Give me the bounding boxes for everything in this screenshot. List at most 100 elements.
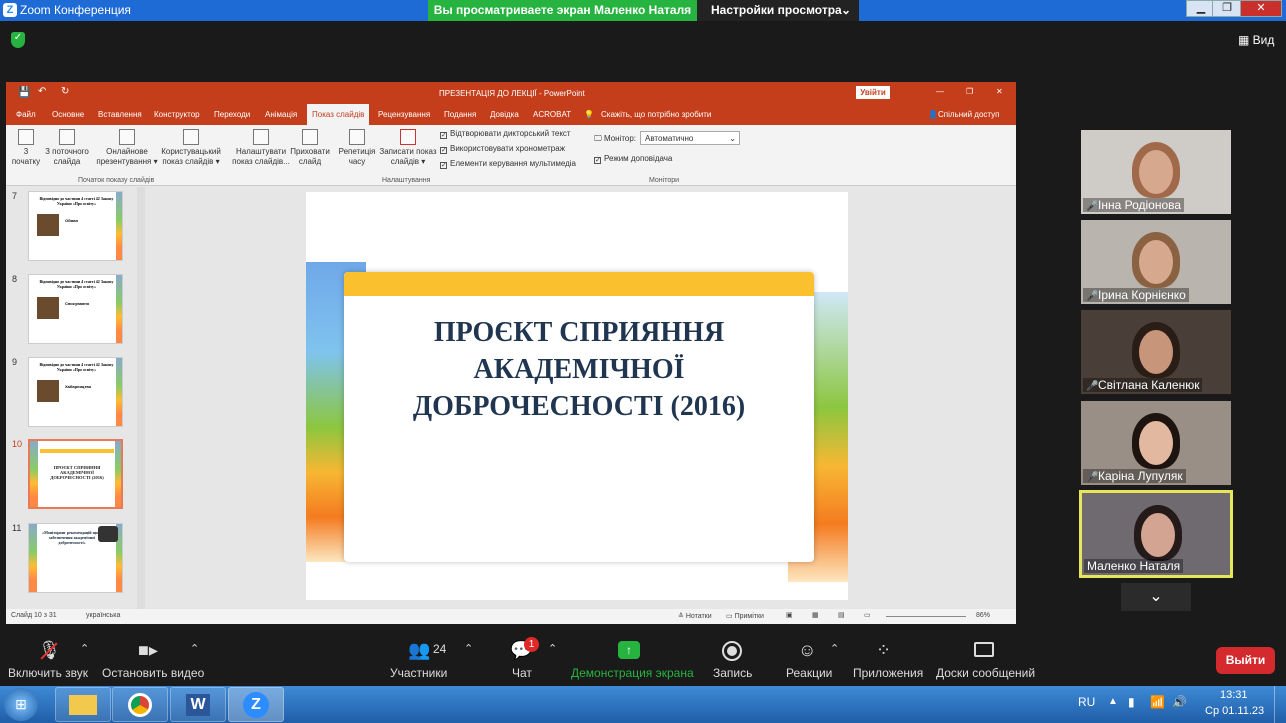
input-language[interactable]: RU (1078, 695, 1095, 709)
participant-tile[interactable]: 🎤Світлана Каленюк (1081, 310, 1231, 394)
participant-tile[interactable]: 🎤Каріна Лупуляк (1081, 401, 1231, 485)
network-icon[interactable]: ▮ (1128, 695, 1135, 709)
tab-file[interactable]: Файл (16, 110, 36, 119)
language-status[interactable]: українська (86, 612, 120, 619)
participant-tile[interactable]: 🎤Інна Родіонова (1081, 130, 1231, 214)
reading-view-icon[interactable]: ▤ (838, 611, 845, 619)
notes-button[interactable]: ≙ Нотатки (678, 612, 712, 620)
tab-slideshow[interactable]: Показ слайдів (307, 104, 370, 125)
presenter-view-checkbox[interactable]: ✓ Режим доповідача (594, 154, 672, 164)
chat-button[interactable]: Чат (512, 666, 532, 680)
clock-date[interactable]: Ср 01.11.23 (1205, 705, 1264, 717)
tab-design[interactable]: Конструктор (154, 110, 200, 119)
leave-button[interactable]: Выйти (1216, 647, 1275, 674)
zoom-slider[interactable] (886, 616, 966, 617)
tell-me-search[interactable]: Скажіть, що потрібно зробити (601, 110, 711, 119)
share-screen-button[interactable]: Демонстрация экрана (571, 666, 694, 680)
chrome-icon[interactable] (112, 687, 168, 722)
reactions-smile-icon[interactable]: ☺ (798, 640, 816, 661)
tab-transitions[interactable]: Переходи (214, 110, 250, 119)
normal-view-icon[interactable]: ▣ (786, 611, 793, 619)
tab-animations[interactable]: Анімація (265, 110, 297, 119)
chevron-up-icon[interactable]: ⌃ (190, 642, 199, 655)
apps-button[interactable]: Приложения (853, 666, 923, 680)
stop-video-button[interactable]: Остановить видео (102, 666, 204, 680)
slide-thumbnail[interactable]: Відповідно до частини 4 статті 42 Закону… (28, 274, 123, 344)
start-button-icon[interactable]: ⊞ (4, 688, 38, 721)
monitor-select[interactable]: Автоматично ⌄ (640, 131, 740, 145)
participant-tile-active-speaker[interactable]: Маленко Наталя (1079, 490, 1233, 578)
tab-insert[interactable]: Вставлення (98, 110, 142, 119)
clock-time[interactable]: 13:31 (1220, 689, 1248, 701)
participants-icon[interactable]: 👥 (408, 640, 430, 661)
reactions-button[interactable]: Реакции (786, 666, 832, 680)
zoom-level[interactable]: 86% (976, 612, 990, 619)
view-settings-dropdown[interactable]: Настройки просмотра ⌄ (697, 0, 859, 21)
signal-icon[interactable]: 📶 (1150, 695, 1165, 709)
file-explorer-icon[interactable] (55, 687, 111, 722)
chevron-up-icon[interactable]: ⌃ (548, 642, 557, 655)
tab-help[interactable]: Довідка (490, 110, 519, 119)
thumbs-scrollbar[interactable] (137, 187, 145, 609)
volume-icon[interactable]: 🔊 (1172, 695, 1187, 709)
restore-button[interactable]: ❐ (1212, 0, 1242, 17)
slide-thumbnail[interactable]: «Моніторинг рекомендацій щодо забезпечен… (28, 523, 123, 593)
tab-acrobat[interactable]: ACROBAT (533, 110, 571, 119)
chevron-up-icon[interactable]: ⌃ (464, 642, 473, 655)
tab-view[interactable]: Подання (444, 110, 476, 119)
redo-icon[interactable]: ↻ (61, 86, 69, 97)
mic-muted-icon[interactable]: 🎙 (38, 640, 61, 661)
ppt-close-icon[interactable]: ✕ (996, 87, 1003, 96)
zoom-app-icon[interactable]: Z (228, 687, 284, 722)
from-start-button[interactable]: 3 початку (10, 129, 42, 167)
record-icon[interactable] (722, 641, 742, 661)
more-participants-chevron-icon[interactable]: ⌄ (1121, 583, 1191, 611)
whiteboard-icon[interactable] (974, 642, 994, 657)
view-button[interactable]: ▦ Вид (1238, 33, 1274, 47)
share-button[interactable]: 👤Спільний доступ (928, 110, 999, 119)
lightbulb-icon: 💡 (584, 110, 594, 119)
media-controls-checkbox[interactable]: ✓ Елементи керування мультимедіа (440, 159, 576, 169)
signin-button[interactable]: Увійти (856, 86, 890, 99)
record-show-button[interactable]: Записати показ слайдів ▾ (378, 129, 438, 167)
ppt-restore-icon[interactable]: ❐ (966, 87, 973, 96)
security-shield-icon[interactable]: ✓ (11, 32, 25, 48)
slideshow-view-icon[interactable]: ▭ (864, 611, 871, 619)
custom-label: Користувацький показ слайдів ▾ (161, 147, 221, 166)
slide-thumbnail-selected[interactable]: ПРОЄКТ СПРИЯННЯ АКАДЕМІЧНОЇ ДОБРОЧЕСНОСТ… (28, 439, 123, 509)
ppt-minimize-icon[interactable]: — (936, 87, 944, 96)
setup-show-button[interactable]: Налаштувати показ слайдів... (232, 129, 290, 167)
record-button[interactable]: Запись (713, 666, 752, 680)
word-icon[interactable]: W (170, 687, 226, 722)
custom-show-button[interactable]: Користувацький показ слайдів ▾ (158, 129, 224, 167)
show-desktop-button[interactable] (1274, 686, 1286, 723)
chevron-up-icon[interactable]: ⌃ (80, 642, 89, 655)
participants-button[interactable]: Участники (390, 666, 447, 680)
whiteboard-button[interactable]: Доски сообщений (936, 666, 1035, 680)
participant-tile[interactable]: 🎤Ірина Корнієнко (1081, 220, 1231, 304)
online-label: Онлайнове презентування ▾ (96, 147, 158, 166)
slide-thumbnail[interactable]: Відповідно до частини 4 статті 42 Закону… (28, 191, 123, 261)
close-button[interactable]: ✕ (1240, 0, 1282, 17)
comments-button[interactable]: ▭ Примітки (726, 612, 764, 620)
hide-slide-button[interactable]: Приховати слайд (290, 129, 330, 167)
apps-icon[interactable]: ⁘ (876, 640, 891, 661)
slide-thumbnail[interactable]: Відповідно до частини 4 статті 42 Закону… (28, 357, 123, 427)
chevron-up-icon[interactable]: ⌃ (830, 642, 839, 655)
tab-home[interactable]: Основне (52, 110, 84, 119)
unmute-button[interactable]: Включить звук (8, 666, 88, 680)
sorter-view-icon[interactable]: ▦ (812, 611, 819, 619)
timings-checkbox[interactable]: ✓ Використовувати хронометраж (440, 144, 565, 154)
slide-scrollbar[interactable] (1008, 187, 1016, 609)
tab-review[interactable]: Рецензування (378, 110, 430, 119)
share-screen-icon[interactable]: ↑ (618, 641, 640, 659)
from-current-button[interactable]: З поточного слайда (42, 129, 92, 167)
rehearse-button[interactable]: Репетиція часу (336, 129, 378, 167)
tray-expand-icon[interactable]: ▲ (1108, 696, 1118, 707)
monitor-icon: 🖵 (594, 134, 604, 143)
online-present-button[interactable]: Онлайнове презентування ▾ (96, 129, 158, 167)
undo-icon[interactable]: ↶ (38, 86, 46, 97)
narration-checkbox[interactable]: ✓ Відтворювати дикторський текст (440, 129, 571, 139)
video-camera-icon[interactable]: ■▸ (138, 640, 158, 661)
save-icon[interactable]: 💾 (18, 87, 30, 98)
